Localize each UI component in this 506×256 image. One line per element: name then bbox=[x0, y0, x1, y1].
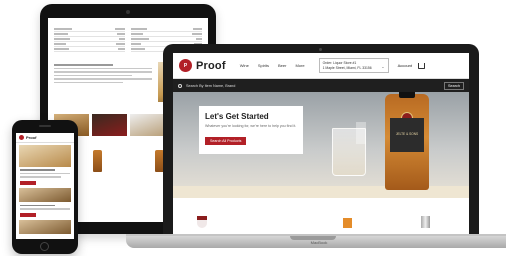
search-input[interactable]: Search By Item Name, Brand bbox=[186, 84, 444, 88]
phone-screen: Proof bbox=[16, 133, 74, 239]
laptop-camera bbox=[319, 48, 322, 51]
nav-spirits[interactable]: Spirits bbox=[258, 63, 269, 68]
phone-promo-image bbox=[19, 219, 71, 234]
tablet-tile[interactable] bbox=[91, 114, 127, 136]
phone-logo[interactable] bbox=[19, 135, 24, 140]
brand-name[interactable]: Proof bbox=[196, 60, 226, 72]
cocktail-cup-image[interactable] bbox=[343, 218, 352, 228]
hero-cta-button[interactable]: Search All Products bbox=[205, 136, 247, 145]
hero-banner: JELTE & SONS Let's Get Started Whatever … bbox=[173, 92, 469, 198]
tablet-camera bbox=[126, 10, 130, 14]
hero-card: Let's Get Started Whatever you're lookin… bbox=[199, 106, 303, 154]
product-strip bbox=[173, 198, 469, 238]
site-header: P Proof Wine Spirits Beer More Order: Li… bbox=[173, 53, 469, 79]
search-icon bbox=[178, 83, 182, 88]
store-name: Order: Liquor Store #1 bbox=[322, 61, 357, 65]
phone-cta-button[interactable] bbox=[20, 212, 36, 217]
store-selector[interactable]: Order: Liquor Store #1 1 Maple Street, M… bbox=[318, 58, 389, 73]
laptop-screen: P Proof Wine Spirits Beer More Order: Li… bbox=[173, 53, 469, 239]
phone-brand[interactable]: Proof bbox=[26, 135, 36, 140]
store-address: 1 Maple Street, Miami, FL 33156 bbox=[322, 66, 372, 70]
cart-icon[interactable] bbox=[418, 62, 426, 69]
nav-beer[interactable]: Beer bbox=[278, 63, 286, 68]
search-button[interactable]: Search bbox=[443, 81, 464, 90]
search-bar: Search By Item Name, Brand Search bbox=[173, 79, 469, 92]
chevron-down-icon: ⌄ bbox=[381, 64, 385, 69]
phone-speaker bbox=[39, 125, 51, 127]
phone-promo-image bbox=[19, 187, 71, 202]
tablet-product-bottle[interactable] bbox=[92, 150, 102, 172]
proof-logo[interactable]: P bbox=[179, 59, 192, 72]
phone-cta-button[interactable] bbox=[20, 180, 36, 185]
tablet-spec-column-left bbox=[54, 24, 125, 52]
nav-more[interactable]: More bbox=[295, 63, 304, 68]
laptop-device: P Proof Wine Spirits Beer More Order: Li… bbox=[163, 44, 479, 248]
phone-device: Proof bbox=[12, 120, 78, 254]
bottle-label: JELTE & SONS bbox=[390, 118, 424, 152]
hero-bottle-image: JELTE & SONS bbox=[385, 92, 429, 190]
hero-title: Let's Get Started bbox=[205, 112, 269, 121]
phone-hero-image bbox=[19, 145, 71, 167]
shaker-image[interactable] bbox=[421, 216, 430, 228]
phone-home-button[interactable] bbox=[40, 242, 49, 251]
laptop-model-label: MacBook bbox=[310, 240, 328, 245]
tablet-tile[interactable] bbox=[129, 114, 165, 136]
hero-subtitle: Whatever you're looking for, we're here … bbox=[205, 124, 297, 128]
main-nav: Wine Spirits Beer More bbox=[240, 63, 305, 68]
phone-header: Proof bbox=[16, 133, 74, 143]
nav-wine[interactable]: Wine bbox=[240, 63, 249, 68]
account-link[interactable]: Account bbox=[398, 63, 412, 68]
wine-glass-image[interactable] bbox=[197, 216, 207, 228]
